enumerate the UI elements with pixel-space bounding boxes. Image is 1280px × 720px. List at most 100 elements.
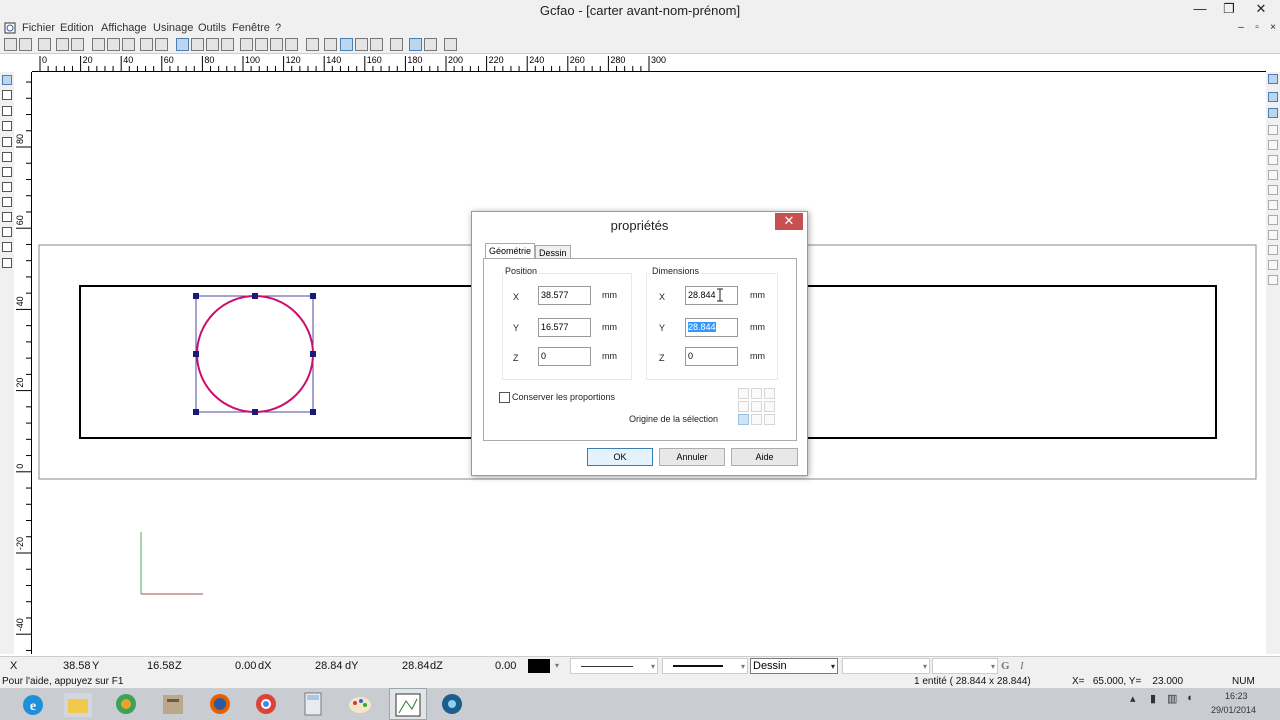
battery-icon[interactable]: ▮ (1150, 692, 1156, 705)
snap-end-icon[interactable] (1268, 125, 1278, 135)
child-minimize-icon[interactable]: – (1234, 20, 1248, 36)
handle-middle-left[interactable] (193, 351, 199, 357)
zoom-all-icon[interactable] (285, 38, 298, 51)
snap-angle-icon[interactable] (1268, 260, 1278, 270)
tab-dessin[interactable]: Dessin (535, 245, 571, 258)
minimize-button[interactable]: — (1185, 0, 1215, 20)
archive-icon[interactable] (155, 690, 191, 718)
view-yz-icon[interactable] (370, 38, 383, 51)
menu-outils[interactable]: Outils (198, 22, 226, 34)
zoom-out-icon[interactable] (270, 38, 283, 51)
zoom-window-icon[interactable] (240, 38, 253, 51)
zoom-in-icon[interactable] (255, 38, 268, 51)
menu-fichier[interactable]: Fichier (22, 22, 55, 34)
paint-icon[interactable] (342, 690, 378, 718)
document-icon[interactable] (4, 22, 16, 34)
point-tool-icon[interactable] (2, 106, 12, 116)
snap-center-icon[interactable] (1268, 155, 1278, 165)
media-center-icon[interactable] (108, 690, 144, 718)
properties-icon[interactable] (390, 38, 403, 51)
origin-bottom-center[interactable] (751, 414, 762, 425)
ok-button[interactable]: OK (587, 448, 653, 466)
delete-icon[interactable] (221, 38, 234, 51)
file-explorer-icon[interactable] (60, 690, 96, 718)
origin-bottom-left[interactable] (738, 414, 749, 425)
snap-middle-icon[interactable] (1268, 140, 1278, 150)
origin-top-left[interactable] (738, 388, 749, 399)
color-swatch[interactable] (528, 659, 550, 673)
snap-perpendicular-icon[interactable] (1268, 185, 1278, 195)
handle-top-right[interactable] (310, 293, 316, 299)
handle-middle-right[interactable] (310, 351, 316, 357)
print-preview-icon[interactable] (71, 38, 84, 51)
snap-point-side-icon[interactable] (1268, 108, 1278, 118)
snap-intersection-icon[interactable] (1268, 170, 1278, 180)
cut-icon[interactable] (92, 38, 105, 51)
snap-quadrant-icon[interactable] (1268, 245, 1278, 255)
copy-icon[interactable] (107, 38, 120, 51)
child-close-icon[interactable]: × (1266, 20, 1280, 36)
new-icon[interactable] (4, 38, 17, 51)
paste-icon[interactable] (122, 38, 135, 51)
menu-help[interactable]: ? (275, 22, 281, 34)
snap-free-icon[interactable] (1268, 275, 1278, 285)
text-tool-icon[interactable] (2, 182, 12, 192)
menu-fenetre[interactable]: Fenêtre (232, 22, 270, 34)
view-xy-icon[interactable] (340, 38, 353, 51)
context-help-icon[interactable] (444, 38, 457, 51)
pointer-tool-icon[interactable] (2, 75, 12, 85)
position-x-field[interactable]: 38.577 (538, 286, 591, 305)
menu-edition[interactable]: Edition (60, 22, 94, 34)
handle-top-middle[interactable] (252, 293, 258, 299)
globe-icon[interactable] (306, 38, 319, 51)
font-dropdown[interactable]: ▾ (842, 658, 930, 674)
close-window-button[interactable]: ✕ (1246, 0, 1276, 20)
firefox-icon[interactable] (202, 690, 238, 718)
line-style-dropdown[interactable]: ▾ (570, 658, 658, 674)
origin-top-right[interactable] (764, 388, 775, 399)
menu-affichage[interactable]: Affichage (101, 22, 147, 34)
italic-button[interactable]: I (1020, 660, 1024, 672)
select-icon[interactable] (176, 38, 189, 51)
child-restore-icon[interactable]: ▫ (1250, 20, 1264, 36)
color-dropdown-icon[interactable]: ▾ (555, 661, 559, 670)
open-icon[interactable] (19, 38, 32, 51)
print-icon[interactable] (56, 38, 69, 51)
origin-top-center[interactable] (751, 388, 762, 399)
cancel-button[interactable]: Annuler (659, 448, 725, 466)
dimension-tool-icon[interactable] (2, 212, 12, 222)
chrome-icon[interactable] (248, 690, 284, 718)
snap-nearest-icon[interactable] (1268, 215, 1278, 225)
volume-icon[interactable]: ◖ (1186, 692, 1193, 704)
internet-explorer-icon[interactable]: e (15, 690, 51, 718)
origin-middle-left[interactable] (738, 401, 749, 412)
gcfao-task-button[interactable] (389, 688, 427, 720)
handle-top-left[interactable] (193, 293, 199, 299)
tray-arrow-icon[interactable]: ▴ (1130, 692, 1136, 705)
snap-tangent-icon[interactable] (1268, 200, 1278, 210)
view-xz-icon[interactable] (355, 38, 368, 51)
redo-icon[interactable] (155, 38, 168, 51)
view-3d-icon[interactable] (324, 38, 337, 51)
snap-parallel-icon[interactable] (1268, 230, 1278, 240)
restore-button[interactable]: ❐ (1214, 0, 1244, 20)
fill-tool-icon[interactable] (2, 242, 12, 252)
bold-button[interactable]: G (1001, 660, 1010, 672)
help-button[interactable]: Aide (731, 448, 798, 466)
dialog-close-button[interactable]: ✕ (775, 213, 803, 230)
selected-circle[interactable] (196, 295, 314, 413)
keep-proportions-checkbox[interactable] (499, 392, 510, 403)
view-3d-side-icon[interactable] (1268, 74, 1278, 84)
calculator-icon[interactable] (295, 690, 331, 718)
calculator-tool-icon[interactable] (2, 258, 12, 268)
dimension-z-field[interactable]: 0 (685, 347, 738, 366)
save-icon[interactable] (38, 38, 51, 51)
menu-usinage[interactable]: Usinage (153, 22, 193, 34)
handle-bottom-middle[interactable] (252, 409, 258, 415)
zoom-icon[interactable] (191, 38, 204, 51)
origin-bottom-right[interactable] (764, 414, 775, 425)
pocket-tool-icon[interactable] (2, 197, 12, 207)
snap-grid-side-icon[interactable] (1268, 92, 1278, 102)
undo-icon[interactable] (140, 38, 153, 51)
layer-dropdown[interactable]: Dessin ▾ (750, 658, 838, 674)
